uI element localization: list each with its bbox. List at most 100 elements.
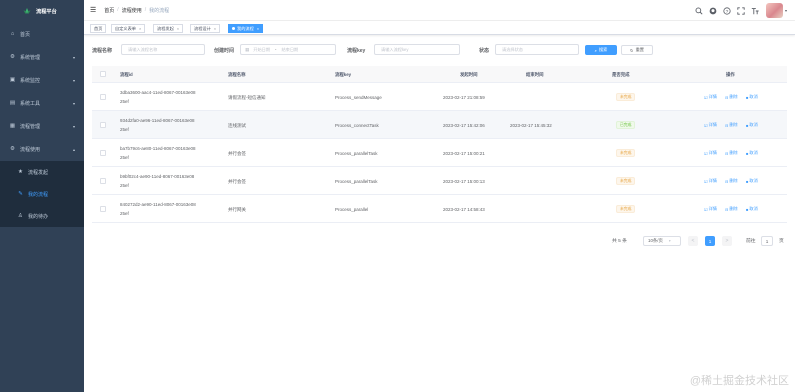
goto-page-input[interactable]: 1: [761, 236, 773, 246]
flow-icon: ▦: [9, 123, 16, 129]
help-icon[interactable]: ?: [723, 6, 731, 15]
row-checkbox[interactable]: [100, 178, 106, 184]
delete-button[interactable]: ⊟ 删除: [725, 150, 738, 156]
end-time: 2023-02-17 15:45:32: [510, 123, 552, 128]
sidebar-item-monitor[interactable]: ▣ 系统监控 ▾: [0, 69, 84, 91]
cancel-button[interactable]: ■ 取消: [746, 122, 758, 128]
page-size-select[interactable]: 10条/页 ▾: [643, 236, 681, 246]
hamburger-icon[interactable]: ☰: [90, 6, 96, 14]
close-icon[interactable]: ×: [177, 26, 179, 31]
close-icon[interactable]: ×: [139, 26, 141, 31]
tags-view: 首页 自定义表单 × 流程发起 × 流程设计 × 我的流程 ×: [84, 21, 795, 35]
row-checkbox[interactable]: [100, 150, 106, 156]
cancel-button[interactable]: ■ 取消: [746, 150, 758, 156]
sidebar-item-label: 我的待办: [28, 213, 49, 220]
close-icon[interactable]: ×: [214, 26, 216, 31]
name-label: 流程名称: [92, 48, 113, 54]
row-checkbox[interactable]: [100, 94, 106, 100]
breadcrumb-item[interactable]: 流程使用: [122, 7, 142, 14]
avatar[interactable]: [765, 3, 783, 18]
flow-id: 840272d2-ae90-11ed-8067-00163e08: [120, 202, 196, 207]
pagination-total: 共 5 条: [612, 239, 627, 244]
detail-icon: ☑: [704, 122, 708, 128]
detail-button[interactable]: ☑ 详情: [704, 94, 717, 100]
detail-button[interactable]: ☑ 详情: [704, 178, 717, 184]
breadcrumb-item[interactable]: 首页: [104, 7, 114, 14]
name-input[interactable]: 请输入流程名称: [121, 44, 205, 55]
start-time: 2023-02-17 15:00:21: [443, 151, 485, 156]
breadcrumb: 首页 / 流程使用 / 我的流程: [104, 7, 170, 14]
caret-down-icon[interactable]: ▾: [785, 8, 787, 13]
key-input[interactable]: 请输入流程key: [374, 44, 460, 55]
column-header: 流程id: [120, 72, 133, 77]
detail-button[interactable]: ☑ 详情: [704, 206, 717, 212]
status-select[interactable]: 请选择状态: [495, 44, 579, 55]
submenu-flow-use: ★ 流程发起 ✎ 我的流程 ♙ 我的待办: [0, 161, 84, 227]
sidebar: 流程平台 ⌂ 首页 ⚙ 系统管理 ▾ ▣ 系统监控 ▾ ▤ 系统工具 ▾ ▦ 流…: [0, 0, 84, 392]
row-checkbox[interactable]: [100, 122, 106, 128]
navbar-actions: ? ▾: [689, 3, 787, 18]
end-date-input[interactable]: 结束日期: [281, 47, 298, 53]
flow-id: 25ef: [120, 183, 129, 188]
sidebar-item-tools[interactable]: ▤ 系统工具 ▾: [0, 92, 84, 114]
tag-custom-form[interactable]: 自定义表单 ×: [111, 24, 146, 33]
page-number[interactable]: 1: [705, 236, 715, 246]
delete-button[interactable]: ⊟ 删除: [725, 206, 738, 212]
sidebar-item-flow-start[interactable]: ★ 流程发起: [0, 161, 84, 183]
detail-icon: ☑: [704, 178, 708, 184]
sidebar-item-home[interactable]: ⌂ 首页: [0, 23, 84, 45]
cancel-icon: ■: [746, 206, 749, 212]
start-time: 2023-02-17 21:08:59: [443, 95, 485, 100]
cancel-button[interactable]: ■ 取消: [746, 94, 758, 100]
table-row[interactable]: 3dba3600-aac4-11ed-8067-00163e08 25ef 请假…: [92, 83, 787, 111]
sidebar-item-flow-use[interactable]: ⚙ 流程使用 ▴: [0, 138, 84, 160]
logo[interactable]: 流程平台: [0, 0, 84, 22]
search-icon[interactable]: [695, 7, 703, 15]
tag-label: 自定义表单: [115, 25, 136, 31]
tag-flow-design[interactable]: 流程设计 ×: [190, 24, 221, 33]
table-row[interactable]: 934d2fa0-ae96-11ed-8067-00163e08 25ef 连线…: [92, 111, 787, 139]
table-header: 流程id 流程名称 流程key 发起时间 结束时间 是否完成 操作: [92, 66, 787, 83]
table-row[interactable]: 840272d2-ae90-11ed-8067-00163e08 25ef 并行…: [92, 195, 787, 223]
start-date-input[interactable]: 开始日期: [253, 47, 270, 53]
delete-button[interactable]: ⊟ 删除: [725, 122, 738, 128]
edit-icon: ✎: [18, 191, 23, 197]
date-range-picker[interactable]: ▦ 开始日期 - 结束日期: [240, 44, 336, 55]
status-label: 状态: [479, 48, 490, 54]
table-row[interactable]: b9bf02c4-ae90-11ed-8067-00163e08 25ef 并行…: [92, 167, 787, 195]
delete-button[interactable]: ⊟ 删除: [725, 94, 738, 100]
delete-icon: ⊟: [725, 178, 729, 184]
navbar: ☰ 首页 / 流程使用 / 我的流程 ? ▾: [84, 0, 795, 21]
row-checkbox[interactable]: [100, 206, 106, 212]
table-row[interactable]: ba7b79c6-ae80-11ed-8067-00163e08 25ef 并行…: [92, 139, 787, 167]
prev-page-button[interactable]: <: [688, 236, 698, 246]
column-header: 流程名称: [228, 72, 246, 77]
close-icon[interactable]: ×: [257, 26, 259, 31]
logo-icon: [23, 8, 31, 14]
cancel-icon: ■: [746, 122, 749, 128]
user-icon: ♙: [18, 213, 23, 219]
github-icon[interactable]: [709, 7, 717, 15]
detail-button[interactable]: ☑ 详情: [704, 122, 717, 128]
sidebar-item-my-todo[interactable]: ♙ 我的待办: [0, 205, 84, 227]
flow-id: ba7b79c6-ae80-11ed-8067-00163e08: [120, 146, 196, 151]
detail-icon: ☑: [704, 206, 708, 212]
delete-button[interactable]: ⊟ 删除: [725, 178, 738, 184]
search-button[interactable]: ⌕ 搜索: [585, 45, 617, 55]
next-page-button[interactable]: >: [722, 236, 732, 246]
tag-home[interactable]: 首页: [90, 24, 107, 33]
reset-button[interactable]: ↻ 重置: [621, 45, 653, 55]
delete-icon: ⊟: [725, 94, 729, 100]
gear-icon: ⚙: [10, 54, 15, 60]
detail-button[interactable]: ☑ 详情: [704, 150, 717, 156]
tag-flow-start[interactable]: 流程发起 ×: [153, 24, 184, 33]
cancel-button[interactable]: ■ 取消: [746, 206, 758, 212]
sidebar-item-system[interactable]: ⚙ 系统管理 ▾: [0, 46, 84, 68]
fullscreen-icon[interactable]: [737, 6, 745, 15]
sidebar-item-my-flow[interactable]: ✎ 我的流程: [0, 183, 84, 205]
cancel-button[interactable]: ■ 取消: [746, 178, 758, 184]
sidebar-item-flow-manage[interactable]: ▦ 流程管理 ▾: [0, 115, 84, 137]
select-all-checkbox[interactable]: [100, 71, 106, 77]
tag-my-flow[interactable]: 我的流程 ×: [228, 24, 264, 33]
font-size-icon[interactable]: [751, 7, 759, 15]
